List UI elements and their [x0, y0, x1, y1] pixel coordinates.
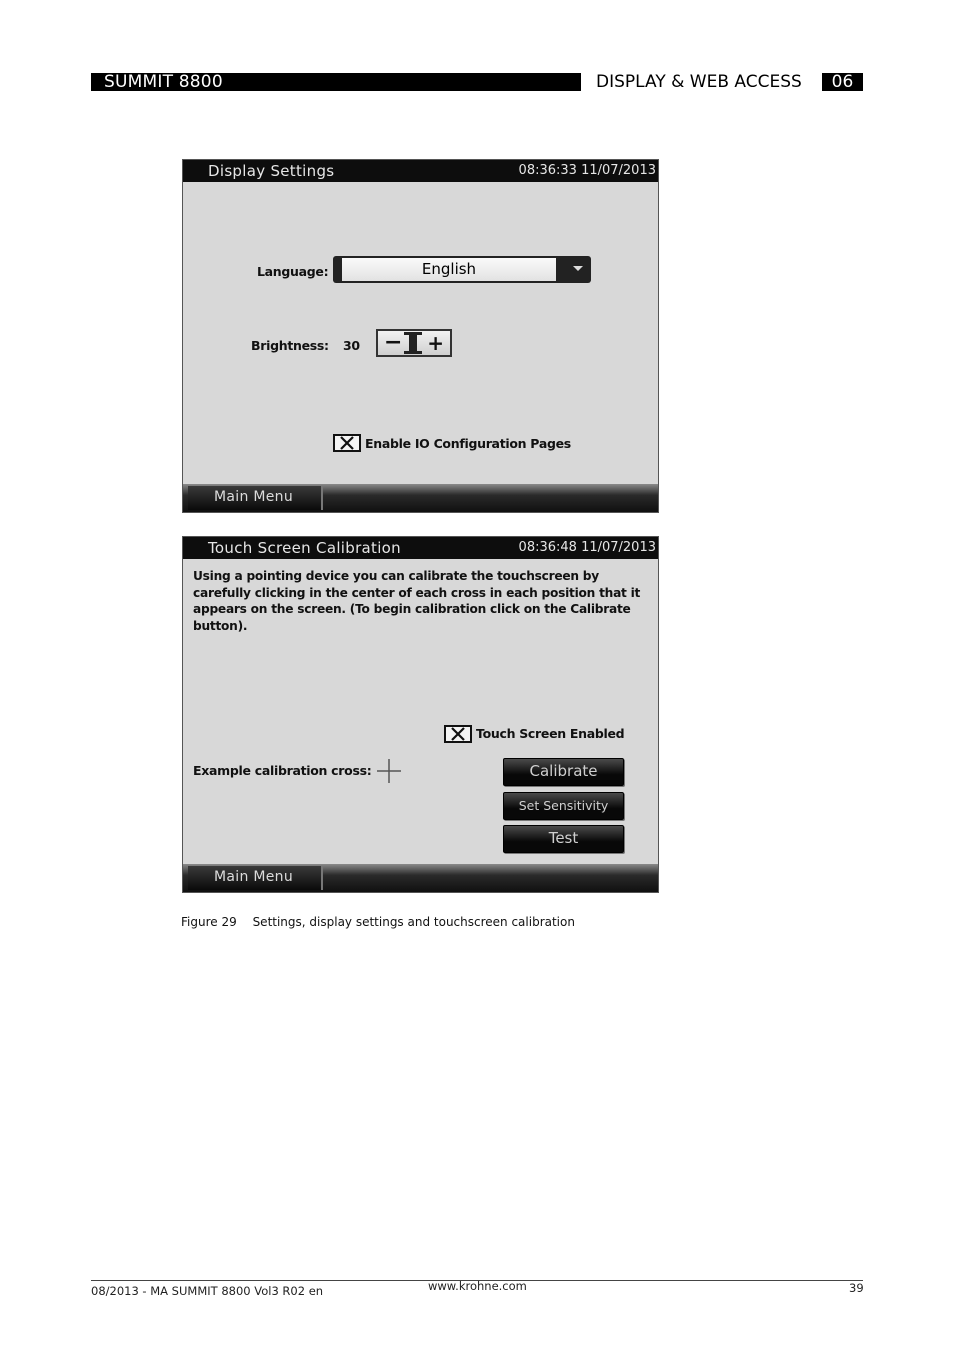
display-settings-screen: Display Settings 08:36:33 11/07/2013 Lan…	[182, 159, 659, 513]
product-title: SUMMIT 8800	[104, 72, 223, 92]
main-menu-button[interactable]: Main Menu	[188, 486, 323, 510]
plus-icon[interactable]: +	[427, 331, 444, 355]
brightness-slider[interactable]: − +	[376, 329, 452, 357]
calibrate-button[interactable]: Calibrate	[503, 758, 624, 786]
figure-number: Figure 29	[181, 915, 237, 929]
brightness-value: 30	[343, 338, 360, 353]
io-config-label: Enable IO Configuration Pages	[365, 436, 571, 451]
minus-icon[interactable]: −	[384, 331, 402, 355]
screen-timestamp: 08:36:33 11/07/2013	[518, 163, 656, 178]
calibration-instructions: Using a pointing device you can calibrat…	[193, 569, 641, 633]
io-config-checkbox[interactable]	[333, 434, 361, 452]
slider-thumb[interactable]	[404, 332, 422, 354]
touch-enabled-label: Touch Screen Enabled	[476, 726, 625, 741]
doc-reference: 08/2013 - MA SUMMIT 8800 Vol3 R02 en	[91, 1284, 324, 1298]
main-menu-button[interactable]: Main Menu	[188, 866, 323, 890]
page-number: 39	[849, 1281, 864, 1295]
website-link[interactable]: www.krohne.com	[428, 1279, 527, 1293]
screen-titlebar: Display Settings 08:36:33 11/07/2013	[183, 160, 658, 182]
calibration-cross-icon	[377, 759, 401, 783]
x-mark-icon	[340, 436, 354, 450]
screen-title: Display Settings	[208, 162, 335, 180]
screen-footer: Main Menu	[183, 484, 658, 512]
screen-timestamp: 08:36:48 11/07/2013	[518, 540, 656, 555]
screen-titlebar: Touch Screen Calibration 08:36:48 11/07/…	[183, 537, 658, 559]
set-sensitivity-button[interactable]: Set Sensitivity	[503, 792, 624, 820]
brightness-label: Brightness:	[251, 338, 329, 353]
screen-title: Touch Screen Calibration	[208, 539, 401, 557]
language-value: English	[342, 258, 556, 281]
test-button[interactable]: Test	[503, 825, 624, 853]
chevron-down-icon[interactable]	[573, 266, 583, 271]
example-cross-label: Example calibration cross:	[193, 763, 372, 778]
x-mark-icon	[451, 727, 465, 741]
figure-text: Settings, display settings and touchscre…	[252, 915, 575, 929]
screen-footer: Main Menu	[183, 864, 658, 892]
calibration-screen: Touch Screen Calibration 08:36:48 11/07/…	[182, 536, 659, 893]
section-title: DISPLAY & WEB ACCESS	[596, 72, 802, 92]
figure-caption: Figure 29 Settings, display settings and…	[181, 915, 575, 929]
language-dropdown[interactable]: English	[333, 256, 591, 283]
language-label: Language:	[257, 264, 329, 279]
chapter-number: 06	[822, 73, 863, 91]
touch-enabled-checkbox[interactable]	[444, 725, 472, 743]
